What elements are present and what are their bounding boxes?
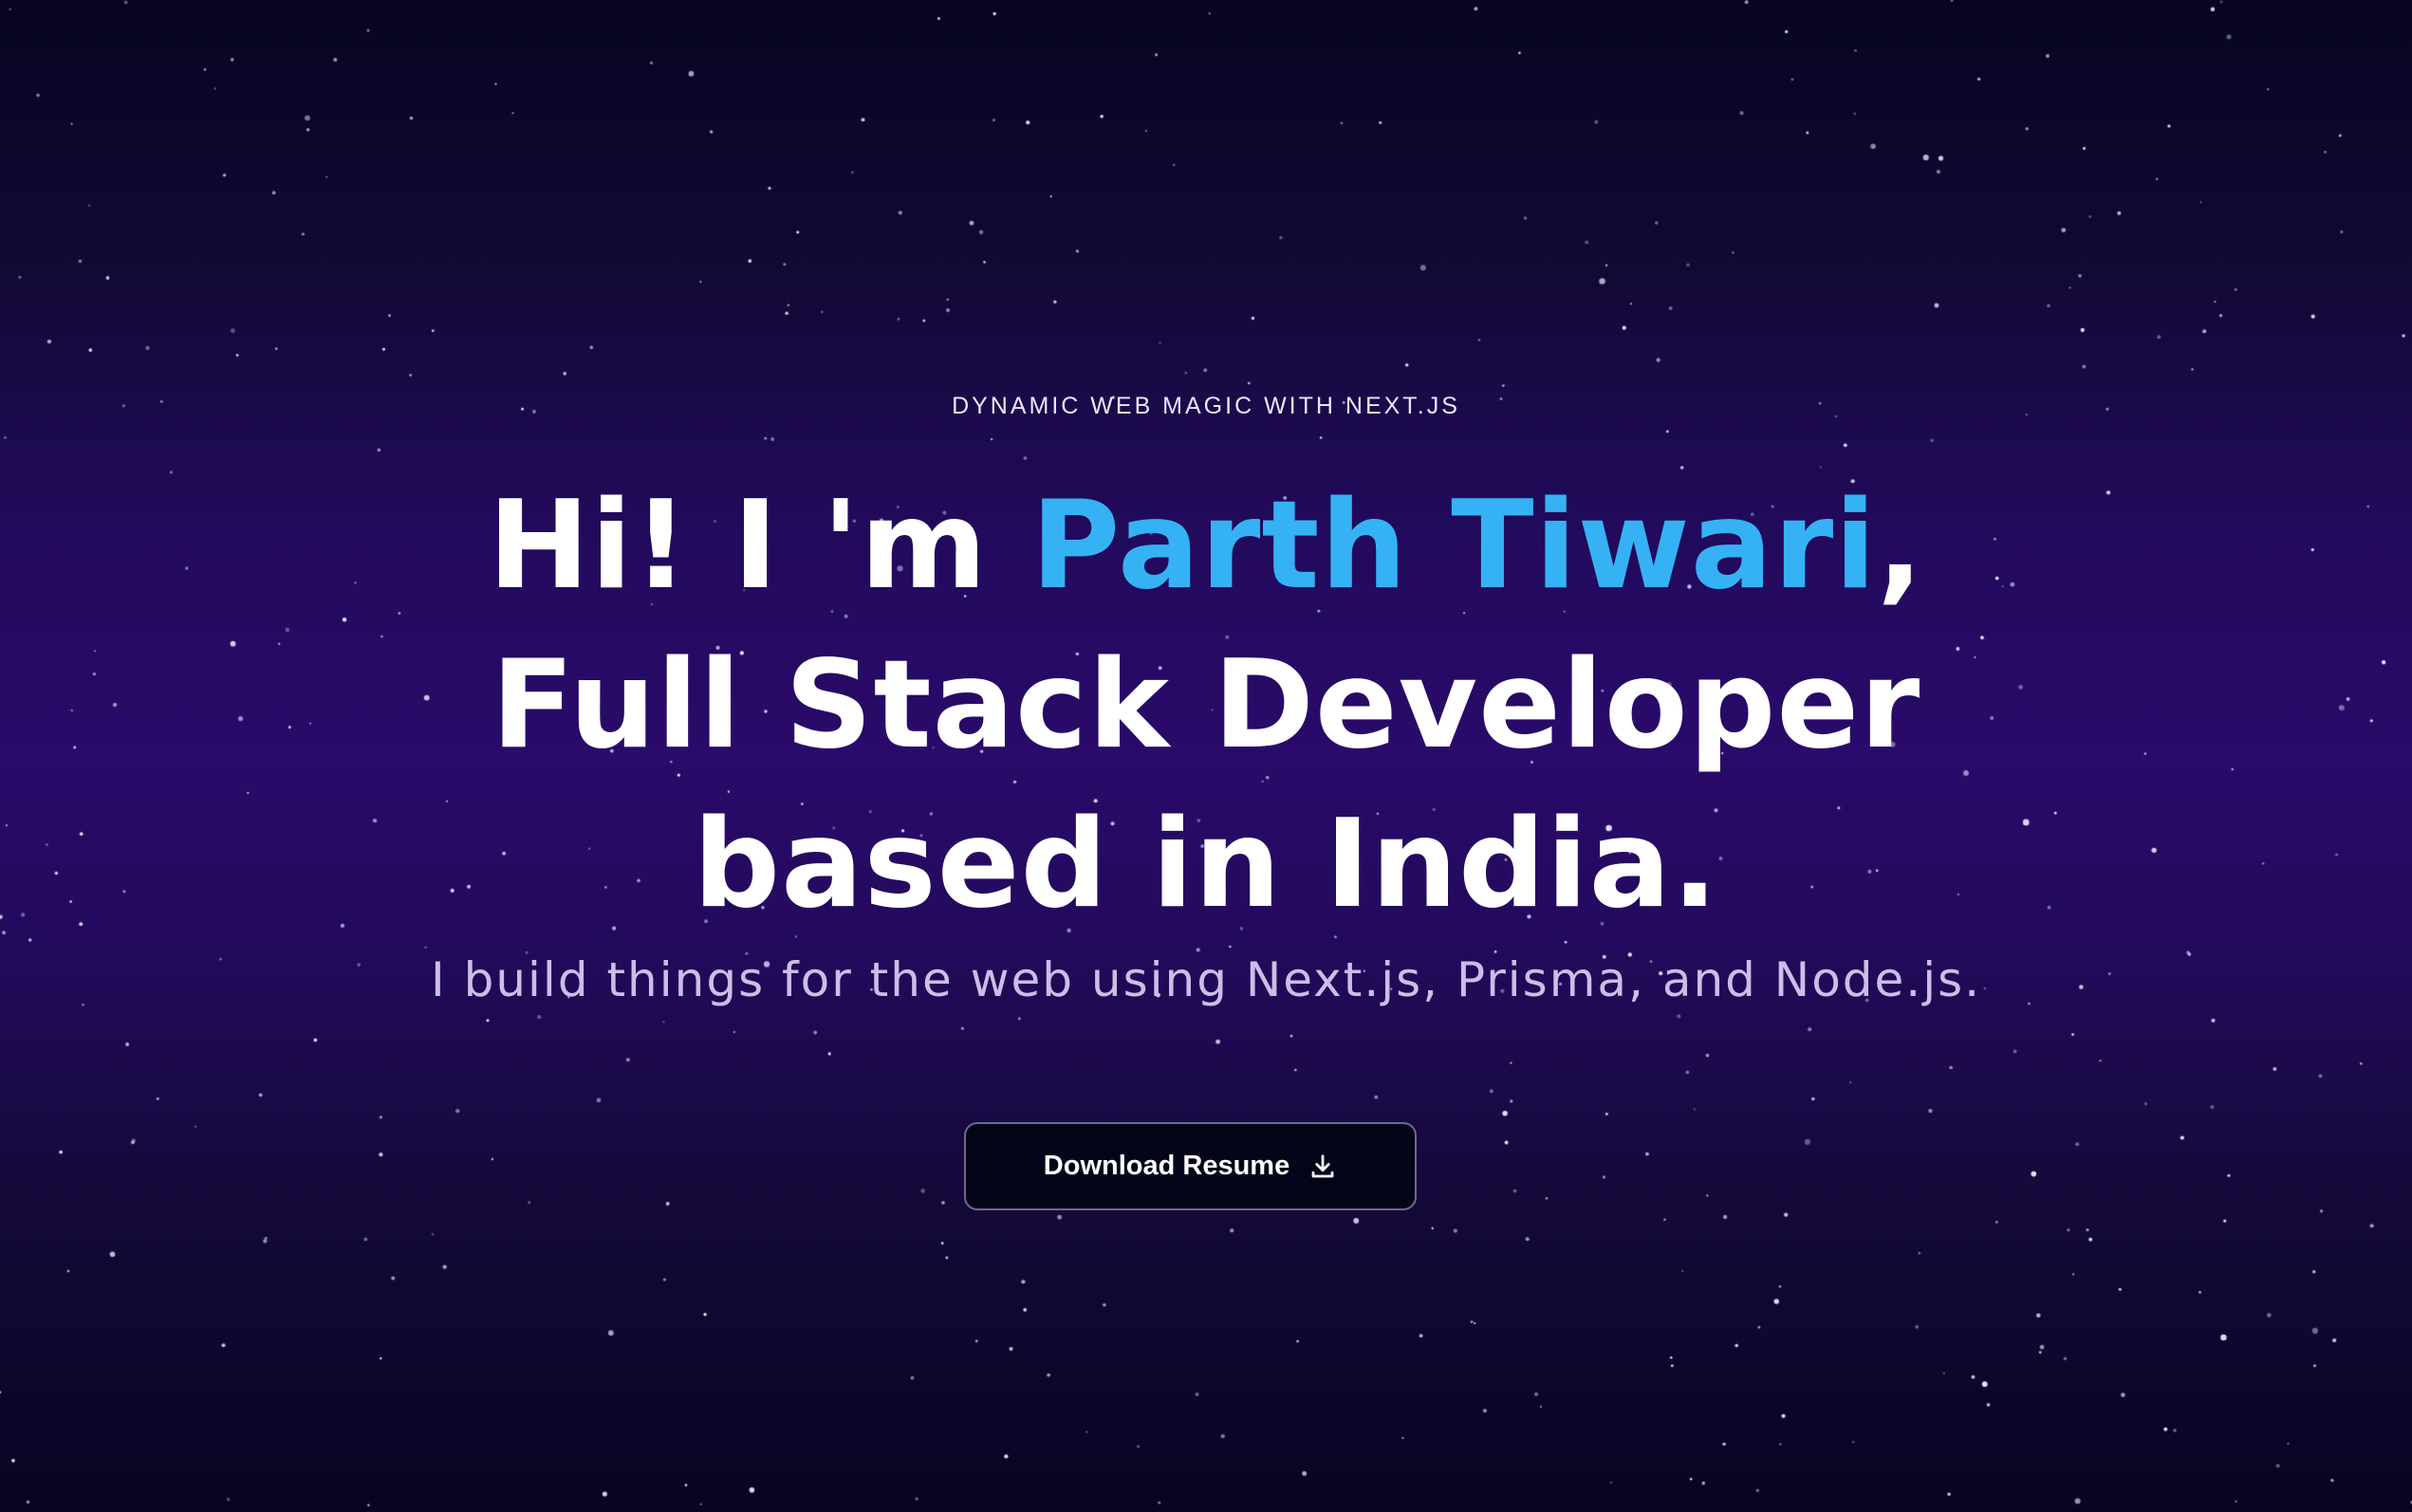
headline-name: Parth Tiwari xyxy=(1030,475,1878,617)
hero-section: DYNAMIC WEB MAGIC WITH NEXT.JS Hi! I 'm … xyxy=(0,0,2412,1512)
headline-intro: Hi! I 'm xyxy=(488,475,1031,617)
download-resume-button[interactable]: Download Resume xyxy=(964,1122,1417,1210)
hero-headline: Hi! I 'm Parth Tiwari, Full Stack Develo… xyxy=(399,467,2013,945)
hero-subline: I build things for the web using Next.js… xyxy=(430,952,1982,1007)
download-icon xyxy=(1311,1153,1334,1177)
download-resume-label: Download Resume xyxy=(1043,1151,1290,1181)
hero-eyebrow: DYNAMIC WEB MAGIC WITH NEXT.JS xyxy=(952,393,1460,419)
